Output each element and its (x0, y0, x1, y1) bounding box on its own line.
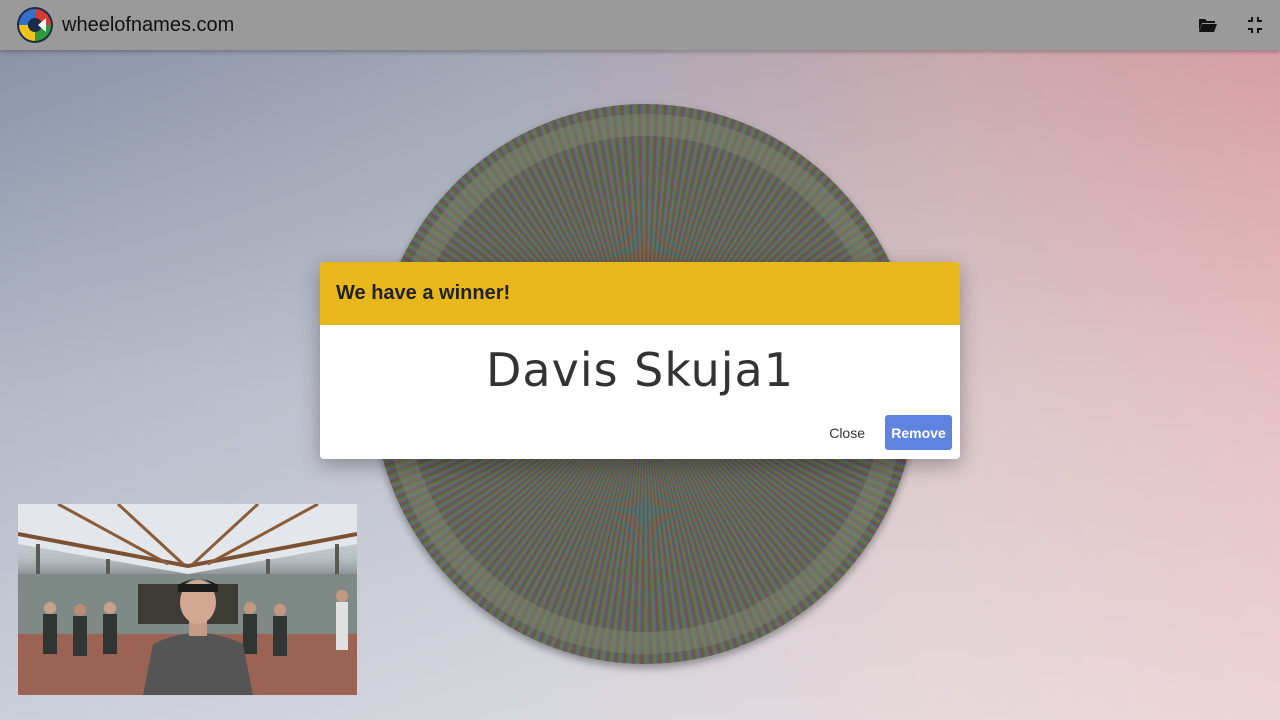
video-frame-image (18, 504, 357, 695)
dialog-title: We have a winner! (320, 262, 960, 325)
exit-fullscreen-button[interactable] (1244, 13, 1268, 37)
remove-button[interactable]: Remove (885, 415, 952, 450)
close-button[interactable]: Close (817, 417, 877, 449)
brand[interactable]: wheelofnames.com (16, 6, 234, 44)
folder-open-icon (1199, 19, 1217, 32)
top-app-bar: wheelofnames.com (0, 0, 1280, 50)
winner-name: Davis Skuja1 (485, 343, 794, 397)
dialog-actions: Close Remove (817, 415, 952, 450)
site-name: wheelofnames.com (62, 13, 235, 36)
webcam-video (18, 504, 357, 695)
wheel-logo-icon (17, 7, 53, 43)
exit-fullscreen-icon (1248, 17, 1262, 33)
open-button[interactable] (1196, 13, 1220, 37)
winner-dialog: We have a winner! Davis Skuja1 Close Rem… (320, 262, 960, 459)
